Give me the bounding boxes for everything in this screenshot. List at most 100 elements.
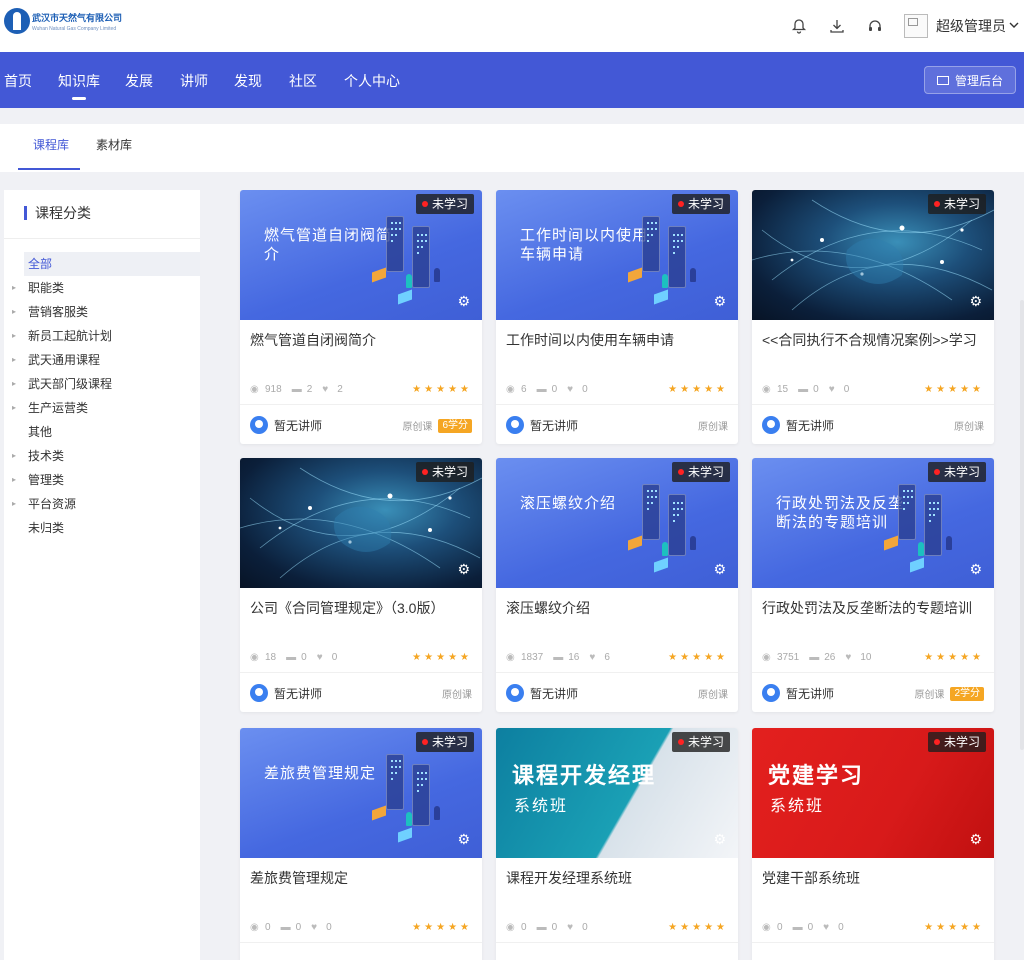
course-thumbnail[interactable]: 滚压螺纹介绍 未学习 ⚙ xyxy=(496,458,738,588)
gear-icon[interactable]: ⚙ xyxy=(713,293,726,310)
sidebar-item-category[interactable]: ▸ 新员工起航计划 xyxy=(4,324,200,348)
heart-icon: ♥ xyxy=(567,383,574,395)
nav-development[interactable]: 发展 xyxy=(125,52,153,108)
thumbnail-subline: 系统班 xyxy=(770,798,825,815)
gear-icon[interactable]: ⚙ xyxy=(457,293,470,310)
course-title[interactable]: <<合同执行不合规情况案例>>学习 xyxy=(762,330,984,350)
course-thumbnail[interactable]: 燃气管道自闭阀简介 未学习 ⚙ xyxy=(240,190,482,320)
chevron-right-icon[interactable]: ▸ xyxy=(12,468,16,492)
gear-icon[interactable]: ⚙ xyxy=(713,831,726,848)
course-thumbnail[interactable]: 未学习 ⚙ xyxy=(752,190,994,320)
course-card[interactable]: 工作时间以内使用车辆申请 未学习 ⚙ 工作时间以内使用车辆申请 ◉ 6 ▬ 0 ♥ 0 ★★★★★ 暂… xyxy=(496,190,738,444)
teacher-name[interactable]: 暂无讲师 xyxy=(786,685,834,702)
view-count: ◉ 0 xyxy=(762,922,783,933)
sidebar-item-category[interactable]: ▸ 技术类 xyxy=(4,444,200,468)
rating-stars: ★★★★★ xyxy=(412,652,472,663)
nav-knowledge[interactable]: 知识库 xyxy=(58,52,100,108)
chevron-right-icon[interactable]: ▸ xyxy=(12,444,16,468)
course-title[interactable]: 工作时间以内使用车辆申请 xyxy=(506,330,728,350)
status-badge: 未学习 xyxy=(415,732,474,752)
nav-home[interactable]: 首页 xyxy=(4,52,32,108)
course-title[interactable]: 差旅费管理规定 xyxy=(250,868,472,888)
download-icon[interactable] xyxy=(828,17,846,35)
course-title[interactable]: 行政处罚法及反垄断法的专题培训 xyxy=(762,598,984,618)
sidebar-item-category[interactable]: 全部 xyxy=(24,252,200,276)
nav-personal-center[interactable]: 个人中心 xyxy=(344,52,400,108)
teacher-name[interactable]: 暂无讲师 xyxy=(786,417,834,434)
gear-icon[interactable]: ⚙ xyxy=(457,831,470,848)
course-card[interactable]: 课程开发经理 系统班 未学习 ⚙ 课程开发经理系统班 ◉ 0 ▬ 0 ♥ 0 ★★★★★ xyxy=(496,728,738,960)
course-thumbnail[interactable]: 差旅费管理规定 未学习 ⚙ xyxy=(240,728,482,858)
gear-icon[interactable]: ⚙ xyxy=(457,561,470,578)
status-badge: 未学习 xyxy=(671,194,730,214)
gear-icon[interactable]: ⚙ xyxy=(969,831,982,848)
logo-icon xyxy=(4,8,30,34)
course-card[interactable]: 未学习 ⚙ 公司《合同管理规定》（3.0版） ◉ 18 ▬ 0 ♥ 0 ★★★★★ 暂无讲师 原创课 xyxy=(240,458,482,712)
chevron-right-icon[interactable]: ▸ xyxy=(12,348,16,372)
user-avatar[interactable] xyxy=(904,14,928,38)
course-title[interactable]: 燃气管道自闭阀简介 xyxy=(250,330,472,350)
teacher-name[interactable]: 暂无讲师 xyxy=(274,417,322,434)
sidebar-item-category[interactable]: 其他 xyxy=(4,420,200,444)
course-thumbnail[interactable]: 党建学习 系统班 未学习 ⚙ xyxy=(752,728,994,858)
course-card[interactable]: 差旅费管理规定 未学习 ⚙ 差旅费管理规定 ◉ 0 ▬ 0 ♥ 0 ★★★★★ xyxy=(240,728,482,960)
sidebar-item-category[interactable]: ▸ 武天通用课程 xyxy=(4,348,200,372)
admin-console-button[interactable]: 管理后台 xyxy=(924,66,1016,94)
gear-icon[interactable]: ⚙ xyxy=(713,561,726,578)
chevron-right-icon[interactable]: ▸ xyxy=(12,396,16,420)
gear-icon[interactable]: ⚙ xyxy=(969,561,982,578)
course-thumbnail[interactable]: 课程开发经理 系统班 未学习 ⚙ xyxy=(496,728,738,858)
chevron-right-icon[interactable]: ▸ xyxy=(12,324,16,348)
divider xyxy=(752,672,994,673)
sidebar-item-category[interactable]: ▸ 武天部门级课程 xyxy=(4,372,200,396)
sidebar-item-label: 未归类 xyxy=(28,521,65,535)
course-title[interactable]: 公司《合同管理规定》（3.0版） xyxy=(250,598,472,618)
course-card[interactable]: 滚压螺纹介绍 未学习 ⚙ 滚压螺纹介绍 ◉ 1837 ▬ 16 ♥ 6 ★★★★★ 暂无讲师 原创课 xyxy=(496,458,738,712)
course-thumbnail[interactable]: 未学习 ⚙ xyxy=(240,458,482,588)
divider xyxy=(4,238,200,239)
teacher-name[interactable]: 暂无讲师 xyxy=(274,685,322,702)
sidebar-item-category[interactable]: ▸ 职能类 xyxy=(4,276,200,300)
user-name[interactable]: 超级管理员 xyxy=(936,16,1006,36)
course-thumbnail[interactable]: 行政处罚法及反垄断法的专题培训 未学习 ⚙ xyxy=(752,458,994,588)
comment-icon: ▬ xyxy=(809,651,820,663)
chevron-right-icon[interactable]: ▸ xyxy=(12,492,16,516)
like-count: ♥ 6 xyxy=(589,652,610,663)
course-card[interactable]: 党建学习 系统班 未学习 ⚙ 党建干部系统班 ◉ 0 ▬ 0 ♥ 0 ★★★★★ xyxy=(752,728,994,960)
course-title[interactable]: 课程开发经理系统班 xyxy=(506,868,728,888)
chevron-right-icon[interactable]: ▸ xyxy=(12,300,16,324)
course-card[interactable]: 行政处罚法及反垄断法的专题培训 未学习 ⚙ 行政处罚法及反垄断法的专题培训 ◉ 3751 ▬… xyxy=(752,458,994,712)
sidebar-item-category[interactable]: ▸ 生产运营类 xyxy=(4,396,200,420)
bell-icon[interactable] xyxy=(790,17,808,35)
headset-icon[interactable] xyxy=(866,17,884,35)
chevron-right-icon[interactable]: ▸ xyxy=(12,276,16,300)
teacher-name[interactable]: 暂无讲师 xyxy=(530,417,578,434)
teacher-name[interactable]: 暂无讲师 xyxy=(530,685,578,702)
library-tabs: 课程库 素材库 xyxy=(0,124,1024,172)
sidebar-item-category[interactable]: ▸ 平台资源 xyxy=(4,492,200,516)
company-logo[interactable]: 武汉市天然气有限公司 Wuhan Natural Gas Company Lim… xyxy=(4,8,122,34)
eye-icon: ◉ xyxy=(762,383,771,395)
course-title[interactable]: 党建干部系统班 xyxy=(762,868,984,888)
course-card[interactable]: 燃气管道自闭阀简介 未学习 ⚙ 燃气管道自闭阀简介 ◉ 918 ▬ 2 ♥ 2 ★★★★★ 暂无讲师原… xyxy=(240,190,482,444)
sidebar-item-category[interactable]: 未归类 xyxy=(4,516,200,540)
tab-material-library[interactable]: 素材库 xyxy=(96,136,132,153)
chevron-right-icon[interactable]: ▸ xyxy=(12,372,16,396)
gear-icon[interactable]: ⚙ xyxy=(969,293,982,310)
scrollbar[interactable] xyxy=(1020,300,1024,750)
course-card[interactable]: 未学习 ⚙ <<合同执行不合规情况案例>>学习 ◉ 15 ▬ 0 ♥ 0 ★★★★★ 暂无讲师 原创课 xyxy=(752,190,994,444)
isometric-illustration xyxy=(372,212,452,308)
course-title[interactable]: 滚压螺纹介绍 xyxy=(506,598,728,618)
comment-count-value: 0 xyxy=(295,922,302,933)
view-count-value: 0 xyxy=(521,922,527,933)
thumbnail-headline: 课程开发经理 xyxy=(512,763,657,788)
tab-course-library[interactable]: 课程库 xyxy=(33,136,69,153)
course-thumbnail[interactable]: 工作时间以内使用车辆申请 未学习 ⚙ xyxy=(496,190,738,320)
heart-icon: ♥ xyxy=(311,921,318,933)
nav-teachers[interactable]: 讲师 xyxy=(180,52,208,108)
sidebar-item-category[interactable]: ▸ 营销客服类 xyxy=(4,300,200,324)
chevron-down-icon[interactable] xyxy=(1008,19,1020,34)
sidebar-item-category[interactable]: ▸ 管理类 xyxy=(4,468,200,492)
nav-discover[interactable]: 发现 xyxy=(234,52,262,108)
nav-community[interactable]: 社区 xyxy=(289,52,317,108)
